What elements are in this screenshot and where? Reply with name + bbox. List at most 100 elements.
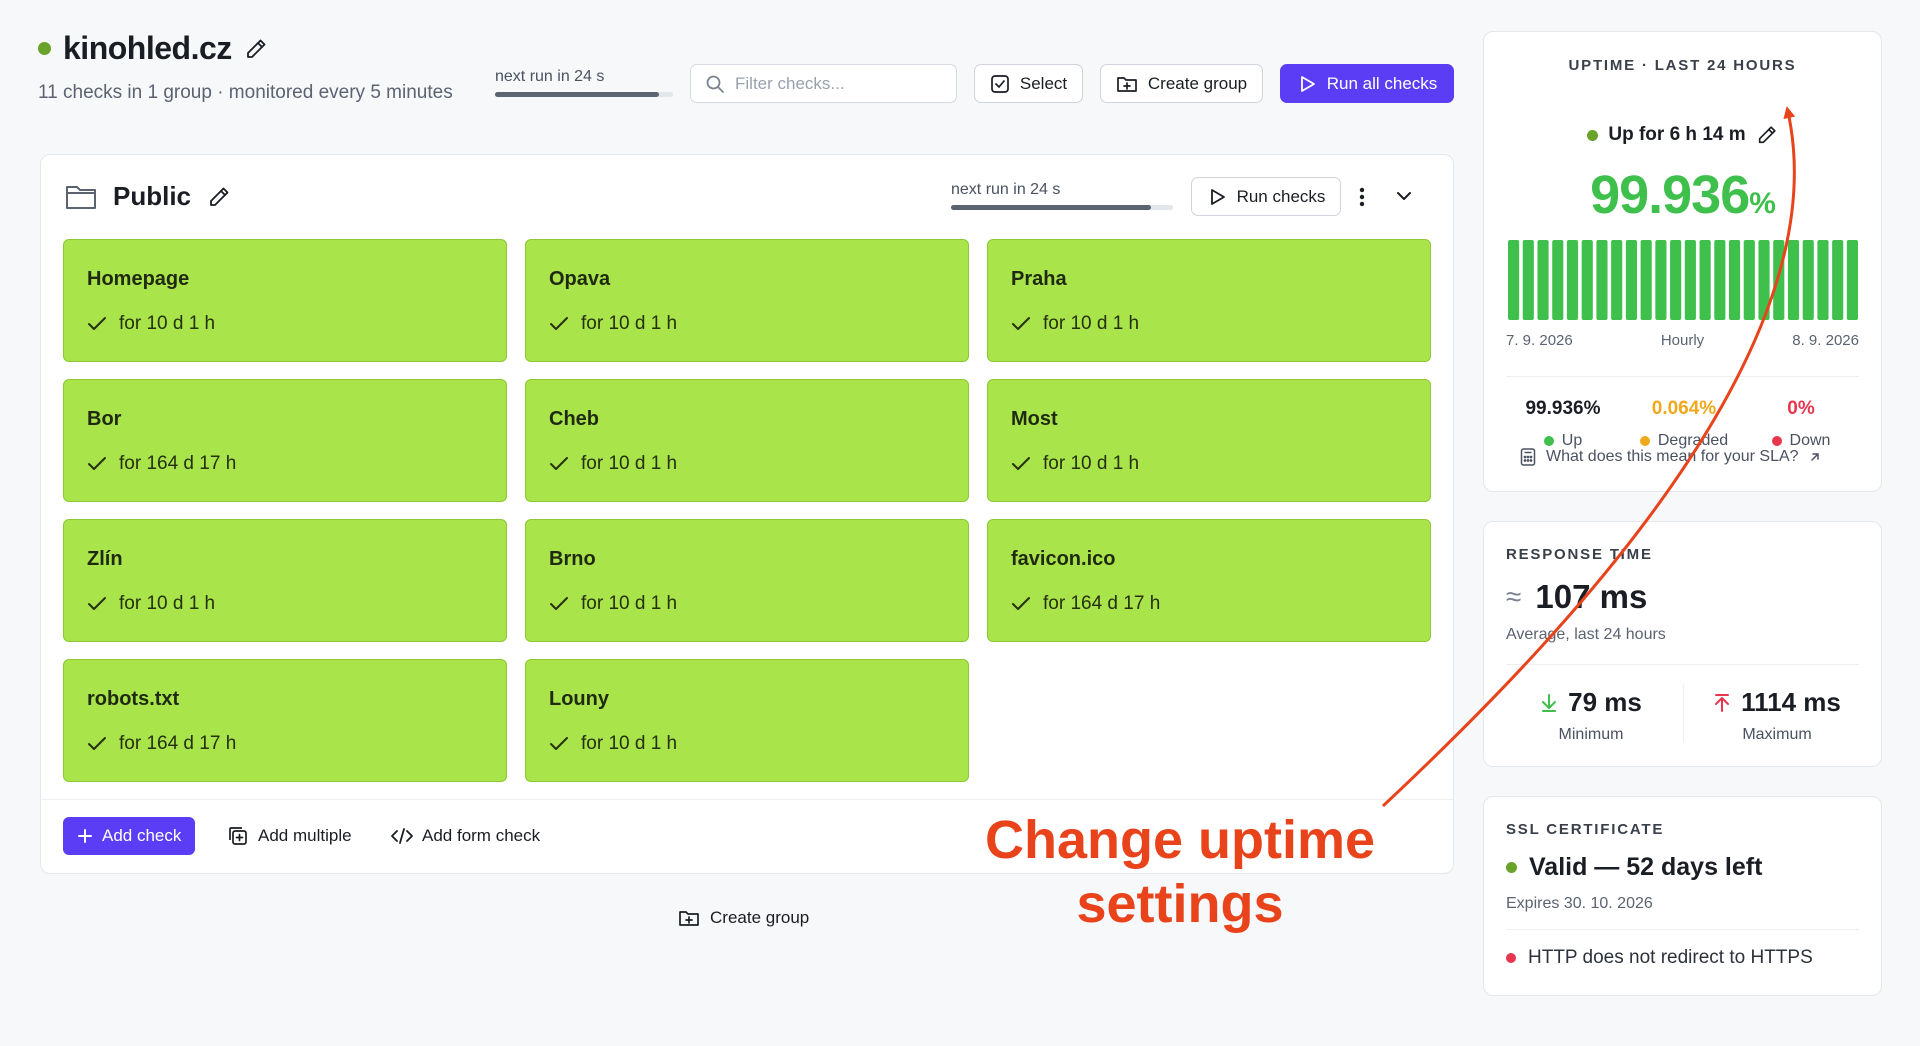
uptime-divider — [1506, 376, 1859, 377]
check-tile[interactable]: Brno for 10 d 1 h — [525, 519, 969, 642]
uptime-hour-bar[interactable] — [1714, 240, 1726, 320]
uptime-hour-bar[interactable] — [1537, 240, 1549, 320]
uptime-hour-bar[interactable] — [1802, 240, 1814, 320]
create-group-bottom-button[interactable]: Create group — [678, 908, 809, 928]
arrow-up-icon — [1715, 693, 1730, 712]
add-check-label: Add check — [102, 826, 182, 845]
uptime-hour-bar[interactable] — [1773, 240, 1785, 320]
check-status: for 10 d 1 h — [549, 593, 945, 615]
status-dot — [38, 42, 51, 55]
chevron-down-icon[interactable] — [1395, 189, 1413, 203]
axis-mid-label: Hourly — [1660, 332, 1705, 349]
check-tile[interactable]: Louny for 10 d 1 h — [525, 659, 969, 782]
stat-up: 99.936% Up — [1503, 398, 1623, 450]
ssl-divider — [1506, 929, 1859, 930]
check-tile[interactable]: favicon.ico for 164 d 17 h — [987, 519, 1431, 642]
uptime-hour-bar[interactable] — [1743, 240, 1755, 320]
check-status-text: for 10 d 1 h — [581, 593, 678, 614]
site-title: kinohled.cz — [63, 30, 232, 66]
response-maximum: 1114 ms Maximum — [1692, 687, 1862, 744]
ssl-expires: Expires 30. 10. 2026 — [1506, 895, 1653, 912]
uptime-axis: 7. 9. 2026 Hourly 8. 9. 2026 — [1506, 332, 1859, 349]
ssl-status: Valid — 52 days left — [1529, 853, 1763, 881]
check-tile[interactable]: Cheb for 10 d 1 h — [525, 379, 969, 502]
up-for-row: Up for 6 h 14 m — [1484, 124, 1881, 146]
check-name: Louny — [549, 688, 609, 710]
folder-icon — [66, 185, 96, 209]
response-time-panel: RESPONSE TIME ≈ 107 ms Average, last 24 … — [1483, 521, 1882, 767]
check-tile[interactable]: Most for 10 d 1 h — [987, 379, 1431, 502]
edit-pencil-icon[interactable] — [244, 37, 268, 61]
sla-link[interactable]: What does this mean for your SLA? — [1520, 448, 1821, 466]
check-name: Opava — [549, 268, 611, 290]
run-all-checks-button[interactable]: Run all checks — [1280, 64, 1454, 103]
more-vertical-icon[interactable] — [1357, 185, 1367, 209]
check-tile[interactable]: robots.txt for 164 d 17 h — [63, 659, 507, 782]
uptime-hour-bar[interactable] — [1581, 240, 1593, 320]
response-separator — [1683, 684, 1684, 742]
check-icon — [88, 317, 106, 330]
uptime-hour-bar[interactable] — [1596, 240, 1608, 320]
uptime-hour-bar[interactable] — [1699, 240, 1711, 320]
play-icon — [1210, 188, 1225, 205]
check-tile[interactable]: Opava for 10 d 1 h — [525, 239, 969, 362]
create-group-label: Create group — [1147, 73, 1248, 93]
uptime-hour-bar[interactable] — [1508, 240, 1520, 320]
check-tile[interactable]: Zlín for 10 d 1 h — [63, 519, 507, 642]
uptime-hour-bar[interactable] — [1611, 240, 1623, 320]
check-status: for 10 d 1 h — [87, 593, 483, 615]
stat-down-value: 0% — [1787, 398, 1815, 419]
up-dot — [1543, 436, 1554, 446]
create-group-button[interactable]: Create group — [1100, 64, 1263, 103]
check-status: for 10 d 1 h — [87, 313, 483, 335]
add-check-button[interactable]: Add check — [63, 817, 196, 855]
select-button[interactable]: Select — [974, 64, 1083, 103]
check-name: Zlín — [87, 548, 123, 570]
uptime-hour-bar[interactable] — [1684, 240, 1696, 320]
response-average-value: 107 ms — [1535, 578, 1648, 615]
create-group-bottom-label: Create group — [710, 908, 810, 927]
uptime-hour-bar[interactable] — [1787, 240, 1800, 320]
check-status: for 10 d 1 h — [549, 453, 945, 475]
check-tile[interactable]: Bor for 164 d 17 h — [63, 379, 507, 502]
uptime-hour-bar[interactable] — [1566, 240, 1579, 320]
check-tile[interactable]: Homepage for 10 d 1 h — [63, 239, 507, 362]
stat-up-value: 99.936% — [1525, 398, 1601, 419]
add-multiple-button[interactable]: Add multiple — [227, 817, 352, 855]
uptime-hour-bar[interactable] — [1552, 240, 1564, 320]
check-name: robots.txt — [87, 688, 180, 710]
max-label: Maximum — [1742, 726, 1812, 743]
check-status-text: for 10 d 1 h — [1043, 453, 1140, 474]
group-next-run-progress-fill — [951, 205, 1151, 210]
uptime-hour-bar[interactable] — [1832, 240, 1844, 320]
uptime-hour-bar[interactable] — [1670, 240, 1682, 320]
uptime-hour-bar[interactable] — [1640, 240, 1652, 320]
filter-input[interactable] — [735, 73, 935, 94]
filter-checks[interactable] — [690, 64, 957, 103]
edit-group-pencil-icon[interactable] — [207, 185, 231, 209]
run-checks-button[interactable]: Run checks — [1191, 177, 1341, 216]
group-next-run-indicator: next run in 24 s — [951, 181, 1173, 210]
uptime-hour-bar[interactable] — [1522, 240, 1534, 320]
uptime-hour-bar[interactable] — [1846, 240, 1858, 320]
edit-uptime-pencil-icon[interactable] — [1756, 124, 1778, 146]
check-icon — [1012, 457, 1030, 470]
uptime-hour-bar[interactable] — [1758, 240, 1770, 320]
stat-degraded-value: 0.064% — [1651, 398, 1717, 419]
uptime-hourly-bars — [1508, 240, 1858, 320]
uptime-hour-bar[interactable] — [1817, 240, 1829, 320]
code-icon — [391, 828, 413, 844]
check-tile[interactable]: Praha for 10 d 1 h — [987, 239, 1431, 362]
check-status: for 164 d 17 h — [87, 453, 483, 475]
group-next-run-label: next run in 24 s — [951, 181, 1061, 198]
degraded-dot — [1639, 436, 1650, 446]
check-status-text: for 10 d 1 h — [119, 593, 216, 614]
warning-dot — [1506, 953, 1516, 963]
calculator-icon — [1520, 448, 1536, 466]
check-status-text: for 10 d 1 h — [581, 733, 678, 754]
uptime-hour-bar[interactable] — [1625, 240, 1637, 320]
approx-sign: ≈ — [1506, 581, 1522, 612]
uptime-hour-bar[interactable] — [1729, 240, 1741, 320]
add-form-check-button[interactable]: Add form check — [391, 817, 540, 855]
uptime-hour-bar[interactable] — [1655, 240, 1667, 320]
